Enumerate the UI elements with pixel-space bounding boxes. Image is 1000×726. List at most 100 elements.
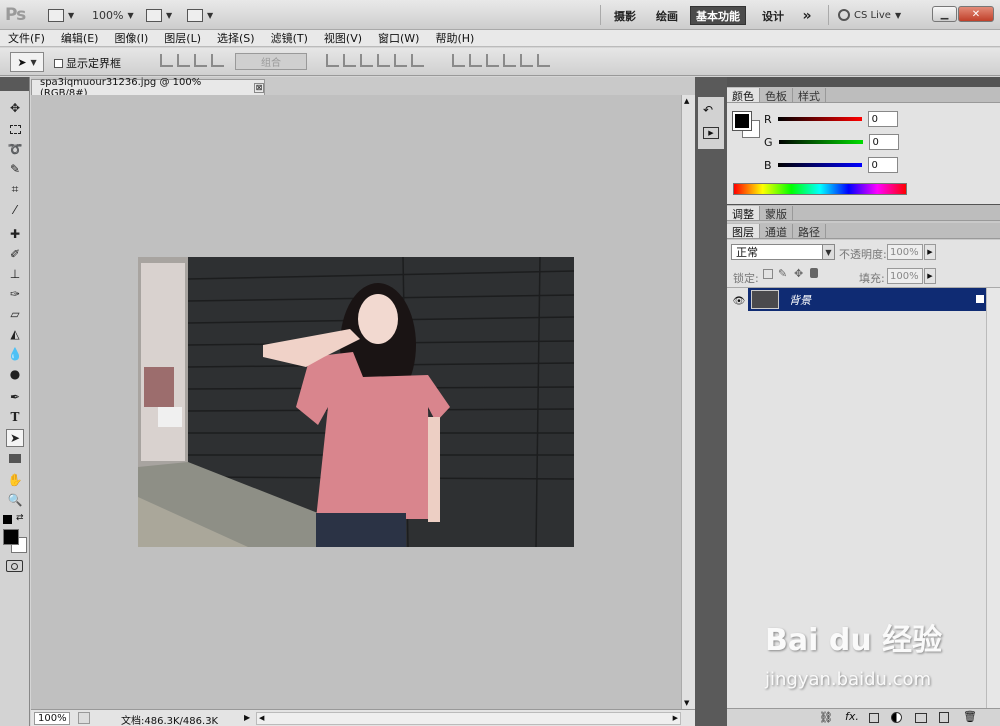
subtract-shape-icon[interactable] — [177, 54, 190, 67]
green-slider[interactable] — [778, 140, 863, 144]
status-menu-arrow-icon[interactable]: ▶ — [244, 713, 250, 722]
align-top-icon[interactable] — [326, 54, 339, 67]
close-window-button[interactable]: ✕ — [958, 6, 994, 22]
align-vcenter-icon[interactable] — [343, 54, 356, 67]
path-selection-tool-icon[interactable]: ➤ — [6, 429, 24, 447]
menu-layer[interactable]: 图层(L) — [156, 30, 209, 46]
brush-tool-icon[interactable]: ✐ — [6, 245, 24, 263]
zoom-level-dropdown[interactable]: 100% ▼ — [92, 6, 134, 24]
eraser-tool-icon[interactable]: ▱ — [6, 305, 24, 323]
lock-transparent-icon[interactable] — [763, 269, 773, 279]
clone-stamp-tool-icon[interactable]: ⊥ — [6, 265, 24, 283]
minimize-button[interactable]: ▁ — [932, 6, 957, 22]
show-bounds-checkbox[interactable]: 显示定界框 — [54, 55, 121, 71]
close-document-icon[interactable]: ⊠ — [254, 82, 264, 93]
layer-row-background[interactable]: 背景 — [748, 288, 998, 311]
foreground-color-swatch[interactable] — [732, 111, 752, 131]
crop-tool-icon[interactable]: ⌗ — [6, 180, 24, 198]
add-shape-icon[interactable] — [160, 54, 173, 67]
exclude-shape-icon[interactable] — [211, 54, 224, 67]
hand-tool-icon[interactable]: ✋ — [6, 471, 24, 489]
distribute-bottom-icon[interactable] — [486, 54, 499, 67]
tab-layers[interactable]: 图层 — [727, 224, 760, 239]
workspace-design[interactable]: 设计 — [754, 6, 792, 25]
align-left-icon[interactable] — [377, 54, 390, 67]
workspace-photography[interactable]: 摄影 — [606, 6, 644, 25]
distribute-right-icon[interactable] — [537, 54, 550, 67]
document-tab[interactable]: spa3iqmuour31236.jpg @ 100%(RGB/8#) ⊠ — [31, 77, 265, 99]
align-bottom-icon[interactable] — [360, 54, 373, 67]
tab-swatches[interactable]: 色板 — [760, 88, 793, 103]
blend-mode-select[interactable]: 正常 ▼ — [731, 244, 835, 260]
dodge-tool-icon[interactable]: ● — [6, 365, 24, 383]
layer-visibility-eye-icon[interactable]: 👁 — [731, 290, 747, 313]
adjustment-layer-icon[interactable] — [891, 712, 902, 723]
opacity-slider-arrow-icon[interactable]: ▶ — [924, 244, 936, 260]
quick-mask-icon[interactable] — [6, 560, 23, 572]
foreground-color-swatch[interactable] — [3, 529, 19, 545]
tab-styles[interactable]: 样式 — [793, 88, 826, 103]
lock-position-icon[interactable]: ✥ — [794, 267, 803, 280]
green-value-input[interactable]: 0 — [868, 134, 899, 150]
combine-button[interactable]: 组合 — [235, 53, 307, 70]
distribute-vcenter-icon[interactable] — [469, 54, 482, 67]
quick-selection-tool-icon[interactable]: ✎ — [6, 160, 24, 178]
arrange-documents-button[interactable]: ▼ — [146, 6, 172, 24]
tab-adjustments[interactable]: 调整 — [727, 206, 760, 221]
more-workspaces-button[interactable]: » — [796, 6, 818, 25]
delete-layer-icon[interactable]: 🗑 — [963, 710, 977, 723]
canvas-area[interactable] — [31, 95, 681, 709]
scroll-left-icon[interactable]: ◀ — [259, 714, 264, 722]
move-tool-icon[interactable]: ✥ — [6, 99, 24, 117]
cs-live-button[interactable]: CS Live ▼ — [838, 6, 901, 24]
layer-style-fx-icon[interactable]: fx. — [845, 710, 859, 723]
type-tool-icon[interactable]: T — [6, 408, 24, 426]
tab-channels[interactable]: 通道 — [760, 224, 793, 239]
align-right-icon[interactable] — [411, 54, 424, 67]
tab-paths[interactable]: 路径 — [793, 224, 826, 239]
menu-filter[interactable]: 滤镜(T) — [263, 30, 316, 46]
vertical-scrollbar[interactable]: ▲ ▼ — [681, 95, 695, 709]
lasso-tool-icon[interactable]: ➰ — [6, 140, 24, 158]
tab-color[interactable]: 颜色 — [727, 88, 760, 103]
panel-grip[interactable] — [727, 77, 1000, 87]
opacity-input[interactable]: 100% — [887, 244, 923, 260]
link-layers-icon[interactable]: ⛓ — [819, 711, 833, 724]
tab-masks[interactable]: 蒙版 — [760, 206, 793, 221]
shape-tool-icon[interactable] — [6, 449, 24, 467]
document-image[interactable] — [138, 257, 574, 547]
swap-colors-icon[interactable]: ⇄ — [16, 513, 24, 523]
distribute-top-icon[interactable] — [452, 54, 465, 67]
menu-file[interactable]: 文件(F) — [0, 30, 53, 46]
screen-mode-button[interactable]: ▼ — [187, 6, 213, 24]
layers-scrollbar[interactable] — [986, 288, 1000, 708]
workspace-painting[interactable]: 绘画 — [648, 6, 686, 25]
blue-value-input[interactable]: 0 — [867, 157, 898, 173]
marquee-tool-icon[interactable] — [6, 120, 24, 138]
lock-all-icon[interactable] — [810, 268, 818, 278]
blur-tool-icon[interactable]: 💧 — [6, 345, 24, 363]
blue-slider[interactable] — [777, 163, 862, 167]
default-colors-icon[interactable] — [3, 515, 12, 524]
color-spectrum-ramp[interactable] — [733, 183, 907, 195]
menu-image[interactable]: 图像(I) — [106, 30, 156, 46]
align-hcenter-icon[interactable] — [394, 54, 407, 67]
lock-image-icon[interactable]: ✎ — [778, 267, 787, 280]
history-panel-icon[interactable]: ↶ — [703, 103, 713, 117]
zoom-tool-icon[interactable]: 🔍 — [6, 491, 24, 509]
red-slider[interactable] — [777, 117, 862, 121]
menu-help[interactable]: 帮助(H) — [427, 30, 482, 46]
new-group-icon[interactable] — [915, 713, 927, 723]
distribute-left-icon[interactable] — [503, 54, 516, 67]
menu-view[interactable]: 视图(V) — [316, 30, 370, 46]
scroll-down-icon[interactable]: ▼ — [684, 699, 689, 707]
status-zoom-field[interactable]: 100% — [34, 712, 70, 725]
horizontal-scrollbar[interactable]: ◀ ▶ — [256, 712, 681, 725]
healing-brush-tool-icon[interactable]: ✚ — [6, 225, 24, 243]
fill-slider-arrow-icon[interactable]: ▶ — [924, 268, 936, 284]
actions-panel-icon[interactable]: ▶ — [703, 127, 719, 139]
scroll-right-icon[interactable]: ▶ — [673, 714, 678, 722]
add-mask-icon[interactable] — [869, 713, 879, 723]
eyedropper-tool-icon[interactable]: ⁄ — [6, 201, 24, 219]
history-brush-tool-icon[interactable]: ✑ — [6, 285, 24, 303]
